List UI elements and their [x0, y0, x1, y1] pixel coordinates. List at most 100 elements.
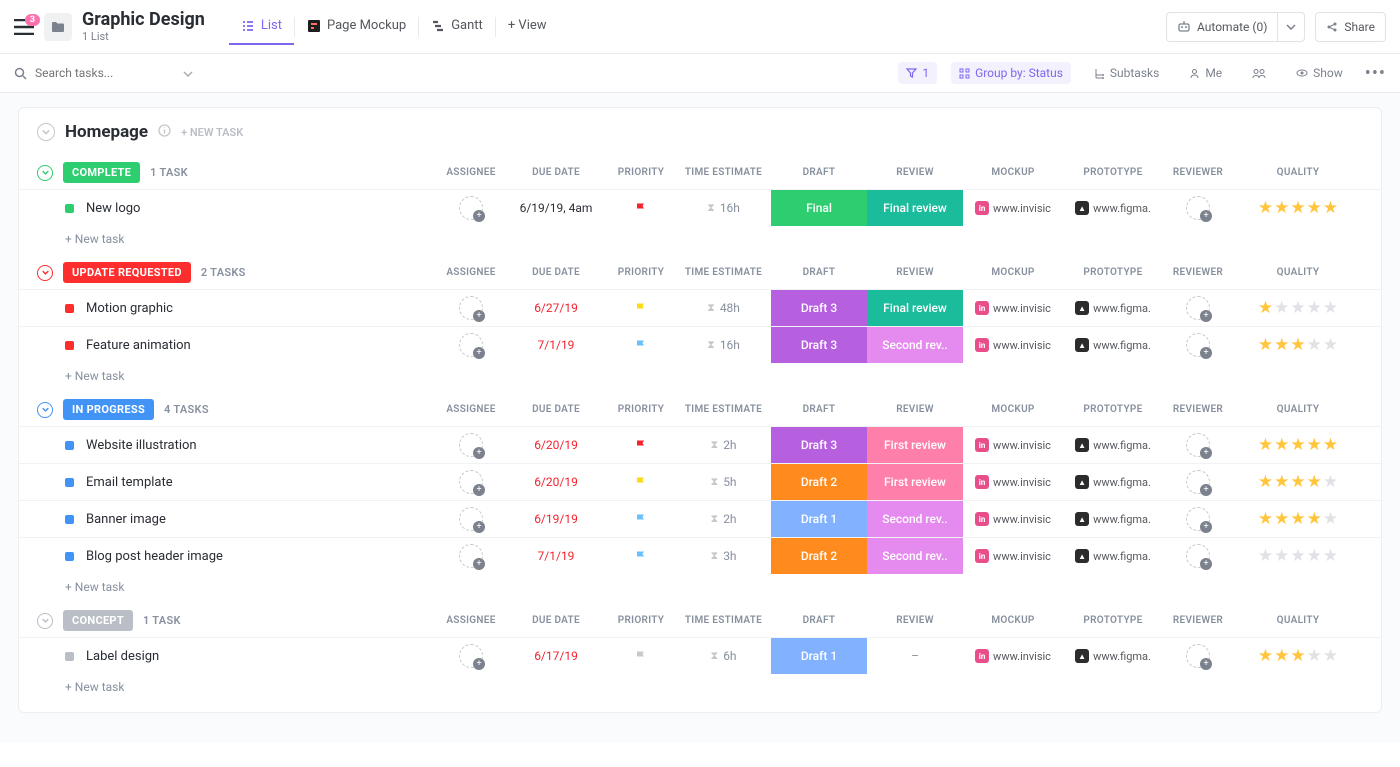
- draft-cell[interactable]: Draft 3: [771, 327, 867, 363]
- folder-icon[interactable]: [44, 13, 72, 41]
- prototype-cell[interactable]: ▲www.figma.: [1063, 190, 1163, 226]
- draft-cell[interactable]: Draft 2: [771, 538, 867, 574]
- more-options[interactable]: •••: [1365, 63, 1386, 84]
- review-cell[interactable]: Second rev..: [867, 501, 963, 537]
- quality-stars[interactable]: ★★★★★: [1258, 546, 1338, 566]
- list-info-icon[interactable]: [158, 124, 171, 141]
- group-by-pill[interactable]: Group by: Status: [951, 62, 1071, 84]
- draft-cell[interactable]: Draft 3: [771, 290, 867, 326]
- reviewer-cell[interactable]: [1163, 638, 1233, 674]
- search-input[interactable]: [35, 66, 175, 80]
- quality-stars[interactable]: ★★★★★: [1258, 335, 1338, 355]
- quality-cell[interactable]: ★★★★★: [1233, 538, 1363, 574]
- time-cell[interactable]: ⧗6h: [676, 638, 771, 674]
- mockup-cell[interactable]: inwww.invisic: [963, 190, 1063, 226]
- priority-cell[interactable]: [606, 327, 676, 363]
- mockup-cell[interactable]: inwww.invisic: [963, 464, 1063, 500]
- prototype-cell[interactable]: ▲www.figma.: [1063, 464, 1163, 500]
- draft-cell[interactable]: Draft 3: [771, 427, 867, 463]
- status-pill[interactable]: UPDATE REQUESTED: [63, 262, 191, 283]
- prototype-cell[interactable]: ▲www.figma.: [1063, 427, 1163, 463]
- quality-stars[interactable]: ★★★★★: [1258, 435, 1338, 455]
- draft-cell[interactable]: Draft 2: [771, 464, 867, 500]
- priority-cell[interactable]: [606, 427, 676, 463]
- group-collapse-toggle[interactable]: [37, 613, 53, 629]
- assignee-cell[interactable]: [436, 327, 506, 363]
- mockup-cell[interactable]: inwww.invisic: [963, 638, 1063, 674]
- due-cell[interactable]: 6/27/19: [506, 290, 606, 326]
- add-task-row[interactable]: + New task: [19, 363, 1381, 389]
- reviewer-cell[interactable]: [1163, 290, 1233, 326]
- due-cell[interactable]: 6/19/19, 4am: [506, 190, 606, 226]
- mockup-cell[interactable]: inwww.invisic: [963, 427, 1063, 463]
- group-collapse-toggle[interactable]: [37, 402, 53, 418]
- time-cell[interactable]: ⧗3h: [676, 538, 771, 574]
- quality-stars[interactable]: ★★★★★: [1258, 509, 1338, 529]
- assignee-cell[interactable]: [436, 501, 506, 537]
- time-cell[interactable]: ⧗2h: [676, 501, 771, 537]
- time-cell[interactable]: ⧗16h: [676, 327, 771, 363]
- assignee-cell[interactable]: [436, 427, 506, 463]
- review-cell[interactable]: Second rev..: [867, 327, 963, 363]
- status-pill[interactable]: IN PROGRESS: [63, 399, 154, 420]
- add-task-row[interactable]: + New task: [19, 574, 1381, 600]
- mockup-cell[interactable]: inwww.invisic: [963, 327, 1063, 363]
- priority-cell[interactable]: [606, 638, 676, 674]
- due-cell[interactable]: 6/17/19: [506, 638, 606, 674]
- reviewer-cell[interactable]: [1163, 464, 1233, 500]
- due-cell[interactable]: 7/1/19: [506, 538, 606, 574]
- subtasks-toggle[interactable]: Subtasks: [1085, 62, 1167, 84]
- mockup-cell[interactable]: inwww.invisic: [963, 501, 1063, 537]
- mockup-cell[interactable]: inwww.invisic: [963, 290, 1063, 326]
- review-cell[interactable]: –: [867, 638, 963, 674]
- priority-cell[interactable]: [606, 501, 676, 537]
- draft-cell[interactable]: Draft 1: [771, 638, 867, 674]
- review-cell[interactable]: Second rev..: [867, 538, 963, 574]
- quality-cell[interactable]: ★★★★★: [1233, 638, 1363, 674]
- show-options[interactable]: Show: [1288, 62, 1351, 84]
- reviewer-cell[interactable]: [1163, 327, 1233, 363]
- quality-cell[interactable]: ★★★★★: [1233, 290, 1363, 326]
- quality-cell[interactable]: ★★★★★: [1233, 427, 1363, 463]
- reviewer-cell[interactable]: [1163, 538, 1233, 574]
- group-collapse-toggle[interactable]: [37, 165, 53, 181]
- time-cell[interactable]: ⧗5h: [676, 464, 771, 500]
- prototype-cell[interactable]: ▲www.figma.: [1063, 501, 1163, 537]
- due-cell[interactable]: 6/20/19: [506, 427, 606, 463]
- prototype-cell[interactable]: ▲www.figma.: [1063, 290, 1163, 326]
- new-task-button[interactable]: + NEW TASK: [181, 126, 243, 139]
- quality-cell[interactable]: ★★★★★: [1233, 327, 1363, 363]
- quality-stars[interactable]: ★★★★★: [1258, 198, 1338, 218]
- task-row[interactable]: Banner image6/19/19⧗2hDraft 1Second rev.…: [19, 500, 1381, 537]
- task-row[interactable]: Feature animation7/1/19⧗16hDraft 3Second…: [19, 326, 1381, 363]
- view-tab-list[interactable]: List: [229, 8, 294, 45]
- add-task-row[interactable]: + New task: [19, 226, 1381, 252]
- assignee-cell[interactable]: [436, 538, 506, 574]
- review-cell[interactable]: First review: [867, 427, 963, 463]
- search-dropdown[interactable]: [183, 66, 193, 80]
- add-view-button[interactable]: + View: [496, 8, 559, 45]
- view-tab-page-mockup[interactable]: Page Mockup: [295, 8, 418, 45]
- draft-cell[interactable]: Draft 1: [771, 501, 867, 537]
- review-cell[interactable]: First review: [867, 464, 963, 500]
- list-collapse-toggle[interactable]: [37, 123, 55, 141]
- add-task-row[interactable]: + New task: [19, 674, 1381, 700]
- draft-cell[interactable]: Final: [771, 190, 867, 226]
- due-cell[interactable]: 6/20/19: [506, 464, 606, 500]
- reviewer-cell[interactable]: [1163, 427, 1233, 463]
- time-cell[interactable]: ⧗48h: [676, 290, 771, 326]
- status-pill[interactable]: COMPLETE: [63, 162, 140, 183]
- quality-stars[interactable]: ★★★★★: [1258, 646, 1338, 666]
- quality-cell[interactable]: ★★★★★: [1233, 190, 1363, 226]
- automate-dropdown[interactable]: [1277, 12, 1305, 42]
- priority-cell[interactable]: [606, 190, 676, 226]
- task-row[interactable]: Label design6/17/19⧗6hDraft 1–inwww.invi…: [19, 637, 1381, 674]
- share-button[interactable]: Share: [1315, 12, 1386, 42]
- assignee-cell[interactable]: [436, 638, 506, 674]
- quality-cell[interactable]: ★★★★★: [1233, 501, 1363, 537]
- task-row[interactable]: New logo6/19/19, 4am⧗16hFinalFinal revie…: [19, 189, 1381, 226]
- menu-button[interactable]: 3: [14, 19, 34, 35]
- filter-count-pill[interactable]: 1: [898, 62, 937, 84]
- priority-cell[interactable]: [606, 538, 676, 574]
- reviewer-cell[interactable]: [1163, 190, 1233, 226]
